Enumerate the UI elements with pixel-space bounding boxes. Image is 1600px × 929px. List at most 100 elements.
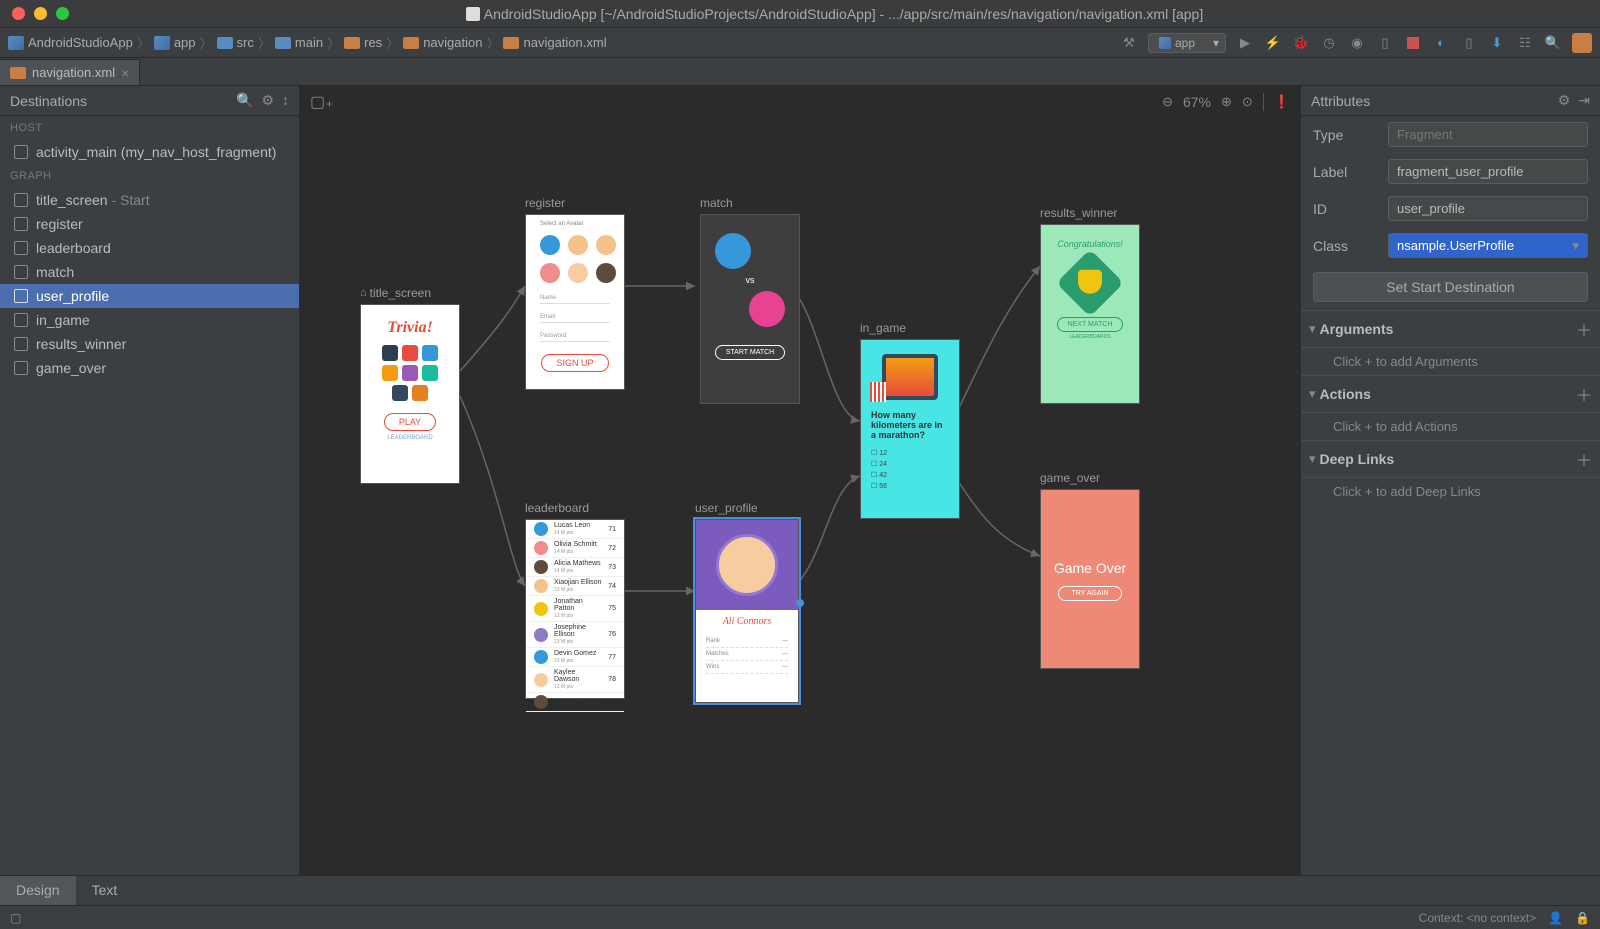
fragment-icon (14, 313, 28, 327)
destination-item-register[interactable]: register (0, 212, 299, 236)
canvas-toolbar: ▢₊ ⊖ 67% ⊕ ⊙ ❗ (300, 86, 1300, 118)
class-select[interactable]: nsample.UserProfile (1388, 233, 1588, 258)
breadcrumb-item[interactable]: res (344, 35, 382, 50)
screen-in-game[interactable]: in_game How many kilometers are in a mar… (860, 321, 960, 519)
nav-editor-canvas[interactable]: ▢₊ ⊖ 67% ⊕ ⊙ ❗ ⌂title_screen (300, 86, 1300, 875)
add-argument-icon[interactable]: ＋ (1576, 317, 1592, 341)
profiler-icon[interactable]: ◷ (1320, 34, 1338, 52)
gear-icon[interactable]: ⚙ (261, 92, 274, 109)
action-handle[interactable] (796, 599, 804, 607)
gear-icon[interactable]: ⚙ (1558, 92, 1571, 109)
destinations-panel-header: Destinations 🔍 ⚙ ↕ (0, 86, 299, 116)
lock-icon[interactable]: 🔒 (1575, 911, 1590, 925)
screen-game-over[interactable]: game_over Game Over TRY AGAIN (1040, 471, 1140, 669)
maximize-window-button[interactable] (56, 7, 69, 20)
minimize-window-button[interactable] (34, 7, 47, 20)
avatar-icon[interactable] (1572, 33, 1592, 53)
stop-button[interactable] (1404, 34, 1422, 52)
destination-item-user_profile[interactable]: user_profile (0, 284, 299, 308)
screen-register[interactable]: register Select an Avatar Name Email Pas… (525, 196, 625, 390)
destination-item-results_winner[interactable]: results_winner (0, 332, 299, 356)
breadcrumb-item[interactable]: main (275, 35, 323, 50)
destination-item-leaderboard[interactable]: leaderboard (0, 236, 299, 260)
editor-mode-tabs: Design Text (0, 875, 1600, 905)
sdk-icon[interactable]: ⬇ (1488, 34, 1506, 52)
leaderboard-row: Alicia Mathews14 M pts73 (526, 558, 624, 577)
arguments-section[interactable]: ▾ Arguments ＋ (1301, 310, 1600, 348)
apply-changes-icon[interactable]: ⚡ (1264, 34, 1282, 52)
screen-match[interactable]: match vs START MATCH (700, 196, 800, 404)
breadcrumb-item[interactable]: AndroidStudioApp (8, 35, 133, 50)
id-field[interactable] (1388, 196, 1588, 221)
tab-design[interactable]: Design (0, 876, 76, 905)
xml-icon (503, 37, 519, 49)
attach-icon[interactable]: ◉ (1348, 34, 1366, 52)
breadcrumb-item[interactable]: src (217, 35, 254, 50)
leaderboard-row: Jonathan Patton13 M pts75 (526, 596, 624, 622)
search-icon[interactable]: 🔍 (236, 92, 253, 109)
fragment-icon (14, 337, 28, 351)
breadcrumb-item[interactable]: navigation.xml (503, 35, 606, 50)
close-tab-icon[interactable]: × (121, 65, 129, 81)
add-action-icon[interactable]: ＋ (1576, 382, 1592, 406)
screen-user-profile[interactable]: user_profile Ali Connors Rank—Matches—Wi… (695, 501, 799, 703)
run-icon[interactable]: ▶ (1236, 34, 1254, 52)
destination-item-in_game[interactable]: in_game (0, 308, 299, 332)
editor-tab-bar: navigation.xml × (0, 58, 1600, 86)
file-tab[interactable]: navigation.xml × (0, 59, 140, 85)
debug-icon[interactable]: 🐞 (1292, 34, 1310, 52)
folder-icon (217, 37, 233, 49)
screen-results-winner[interactable]: results_winner Congratulations! NEXT MAT… (1040, 206, 1140, 404)
fragment-icon (14, 265, 28, 279)
context-status[interactable]: Context: <no context> (1419, 911, 1536, 925)
host-section-label: HOST (0, 116, 299, 140)
add-deeplink-icon[interactable]: ＋ (1576, 447, 1592, 471)
titlebar: AndroidStudioApp [~/AndroidStudioProject… (0, 0, 1600, 28)
fragment-icon (14, 217, 28, 231)
zoom-out-icon[interactable]: ⊖ (1162, 94, 1173, 110)
attributes-panel-header: Attributes ⚙ ⇥ (1301, 86, 1600, 116)
chevron-down-icon: ▾ (1309, 321, 1316, 337)
hector-icon[interactable]: 👤 (1548, 911, 1563, 925)
folder-icon (344, 37, 360, 49)
sync-icon[interactable]: ◐ (1432, 34, 1450, 52)
search-icon[interactable]: 🔍 (1544, 34, 1562, 52)
errors-icon[interactable]: ❗ (1274, 94, 1290, 110)
sort-icon[interactable]: ↕ (282, 92, 289, 109)
traffic-lights (0, 7, 69, 20)
folder-icon (275, 37, 291, 49)
tool-window-icon[interactable]: ▢ (10, 911, 21, 925)
avd-icon[interactable]: ▯ (1460, 34, 1478, 52)
structure-icon[interactable]: ☷ (1516, 34, 1534, 52)
set-start-destination-button[interactable]: Set Start Destination (1313, 272, 1588, 302)
build-icon[interactable]: ⚒ (1120, 34, 1138, 52)
host-item[interactable]: activity_main (my_nav_host_fragment) (0, 140, 299, 164)
actions-section[interactable]: ▾ Actions ＋ (1301, 375, 1600, 413)
folder-icon (403, 37, 419, 49)
label-field[interactable] (1388, 159, 1588, 184)
tab-text[interactable]: Text (76, 876, 134, 905)
leaderboard-row: Kaylee Dawson13 M pts78 (526, 667, 624, 693)
zoom-in-icon[interactable]: ⊕ (1221, 94, 1232, 110)
screen-leaderboard[interactable]: leaderboard Lucas Leon14 M pts71Olivia S… (525, 501, 625, 699)
run-config-select[interactable]: app▾ (1148, 33, 1226, 53)
fragment-icon (14, 361, 28, 375)
attributes-panel: Attributes ⚙ ⇥ Type Fragment Label ID Cl… (1300, 86, 1600, 875)
screen-title-screen[interactable]: ⌂title_screen Trivia! PLAY LEADERBOARD (360, 286, 460, 484)
window-title: AndroidStudioApp [~/AndroidStudioProject… (69, 6, 1600, 22)
type-field: Fragment (1388, 122, 1588, 147)
deeplinks-section[interactable]: ▾ Deep Links ＋ (1301, 440, 1600, 478)
breadcrumb-item[interactable]: navigation (403, 35, 482, 50)
minimize-icon[interactable]: ⇥ (1578, 92, 1590, 109)
device-icon[interactable]: ▯ (1376, 34, 1394, 52)
status-bar: ▢ Context: <no context> 👤 🔒 (0, 905, 1600, 929)
destination-item-game_over[interactable]: game_over (0, 356, 299, 380)
destination-item-title_screen[interactable]: title_screen - Start (0, 188, 299, 212)
breadcrumb-item[interactable]: app (154, 35, 196, 50)
file-tab-label: navigation.xml (32, 65, 115, 80)
close-window-button[interactable] (12, 7, 25, 20)
destination-item-match[interactable]: match (0, 260, 299, 284)
zoom-fit-icon[interactable]: ⊙ (1242, 94, 1253, 110)
new-destination-icon[interactable]: ▢₊ (310, 92, 334, 112)
home-icon: ⌂ (360, 287, 367, 299)
